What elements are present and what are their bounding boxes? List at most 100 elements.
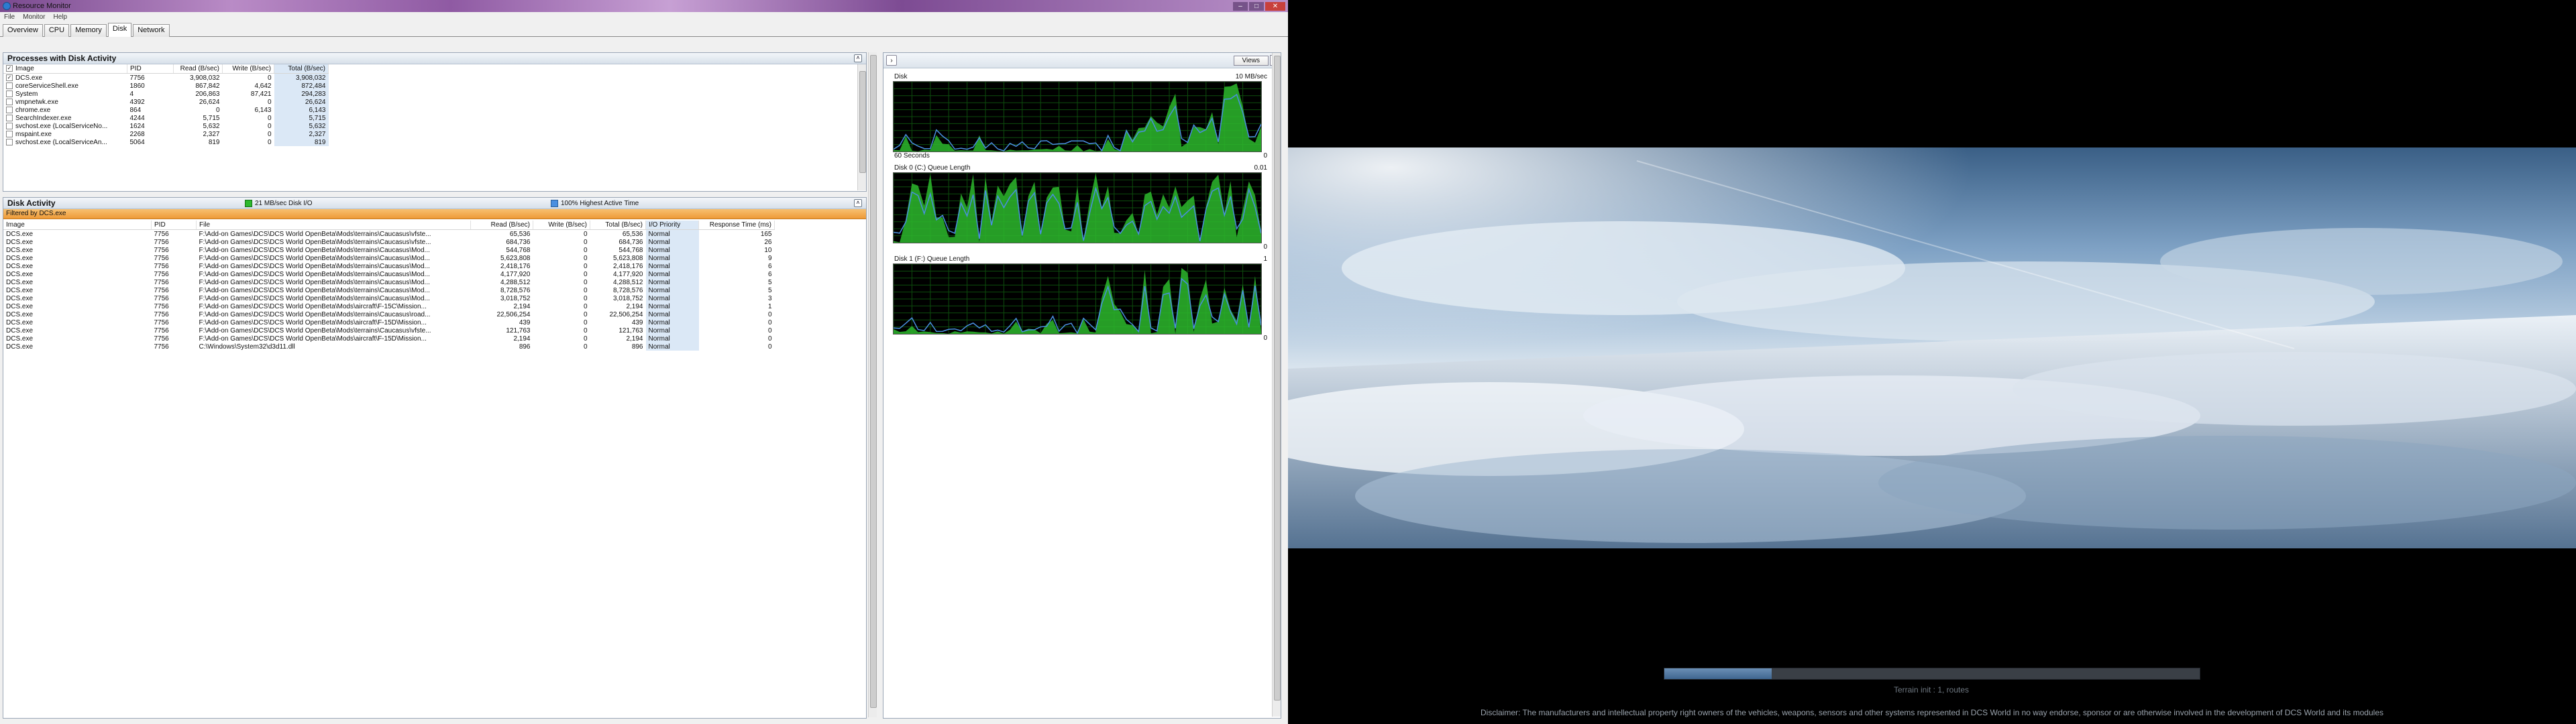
process-image-cell[interactable]: mspaint.exe xyxy=(3,130,127,138)
process-image-cell[interactable]: SearchIndexer.exe xyxy=(3,114,127,122)
tab-disk[interactable]: Disk xyxy=(107,23,132,37)
minimize-button[interactable]: – xyxy=(1233,1,1248,11)
table-row[interactable]: DCS.exe 7756 F:\Add-on Games\DCS\DCS World… xyxy=(3,294,775,302)
row-checkbox[interactable] xyxy=(6,130,13,137)
process-read-cell: 3,908,032 xyxy=(190,74,220,82)
collapse-icon[interactable]: ˄ xyxy=(854,199,862,207)
row-checkbox[interactable] xyxy=(6,90,13,97)
col-total[interactable]: Total (B/sec) xyxy=(590,221,646,230)
table-row[interactable]: DCS.exe 7756 F:\Add-on Games\DCS\DCS World… xyxy=(3,229,775,238)
col-read[interactable]: Read (B/sec) xyxy=(173,64,223,74)
row-checkbox[interactable] xyxy=(6,98,13,105)
disk1-graph-label: Disk 1 (F:) Queue Length xyxy=(894,255,970,263)
table-row[interactable]: DCS.exe 7756 F:\Add-on Games\DCS\DCS World… xyxy=(3,270,775,278)
col-pid[interactable]: PID xyxy=(151,221,197,230)
views-button[interactable]: Views xyxy=(1233,55,1269,66)
disk-write-cell: 0 xyxy=(583,246,588,254)
col-response-time[interactable]: Response Time (ms) xyxy=(698,221,775,230)
disk-pid-cell: 7756 xyxy=(154,230,169,238)
menu-bar: File Monitor Help xyxy=(0,12,1288,21)
tab-network[interactable]: Network xyxy=(133,24,170,37)
disk-read-cell: 22,506,254 xyxy=(496,310,531,318)
table-row[interactable]: mspaint.exe 2268 2,327 0 2,327 xyxy=(3,130,329,138)
col-total[interactable]: Total (B/sec) xyxy=(274,64,329,74)
disk-graph-max: 10 MB/sec xyxy=(1235,73,1267,80)
table-row[interactable]: svchost.exe (LocalServiceAn... 5064 819 0 81… xyxy=(3,138,329,146)
table-row[interactable]: DCS.exe 7756 F:\Add-on Games\DCS\DCS World… xyxy=(3,302,775,310)
title-bar: Resource Monitor – □ ✕ xyxy=(0,0,1288,12)
process-image-cell[interactable]: vmpnetwk.exe xyxy=(3,98,127,106)
process-image-cell[interactable]: chrome.exe xyxy=(3,106,127,114)
disk-resp-cell: 1 xyxy=(767,302,772,310)
table-row[interactable]: DCS.exe 7756 F:\Add-on Games\DCS\DCS World… xyxy=(3,246,775,254)
process-image-cell[interactable]: System xyxy=(3,90,127,98)
filter-banner[interactable]: Filtered by DCS.exe xyxy=(3,209,866,219)
disk-priority-cell: Normal xyxy=(645,302,699,310)
table-row[interactable]: DCS.exe 7756 F:\Add-on Games\DCS\DCS World… xyxy=(3,254,775,262)
maximize-button[interactable]: □ xyxy=(1249,1,1264,11)
table-row[interactable]: DCS.exe 7756 F:\Add-on Games\DCS\DCS World… xyxy=(3,278,775,286)
col-read[interactable]: Read (B/sec) xyxy=(470,221,533,230)
process-write-cell: 0 xyxy=(267,130,272,138)
disk-read-cell: 2,418,176 xyxy=(500,262,531,270)
process-write-cell: 0 xyxy=(267,74,272,82)
graph-scrollbar[interactable] xyxy=(1272,53,1281,717)
table-row[interactable]: SearchIndexer.exe 4244 5,715 0 5,715 xyxy=(3,114,329,122)
row-checkbox[interactable] xyxy=(6,122,13,129)
col-write[interactable]: Write (B/sec) xyxy=(222,64,274,74)
process-image-cell[interactable]: svchost.exe (LocalServiceNo... xyxy=(3,122,127,130)
processes-scrollbar[interactable] xyxy=(857,64,866,190)
table-row[interactable]: DCS.exe 7756 C:\Windows\System32\d3d11.dll… xyxy=(3,343,775,351)
table-row[interactable]: vmpnetwk.exe 4392 26,624 0 26,624 xyxy=(3,98,329,106)
col-io-priority[interactable]: I/O Priority xyxy=(645,221,699,230)
process-image-cell[interactable]: ✓ DCS.exe xyxy=(3,74,127,82)
col-image[interactable]: ✓ Image xyxy=(3,64,127,74)
col-write[interactable]: Write (B/sec) xyxy=(533,221,590,230)
row-checkbox[interactable] xyxy=(6,138,13,145)
table-row[interactable]: svchost.exe (LocalServiceNo... 1624 5,632 0… xyxy=(3,122,329,130)
disk-activity-table: Image PID File Read (B/sec) Write (B/sec… xyxy=(3,221,775,351)
tab-cpu[interactable]: CPU xyxy=(44,24,70,37)
menu-file[interactable]: File xyxy=(4,13,15,21)
disk-pid-cell: 7756 xyxy=(154,286,169,294)
table-row[interactable]: DCS.exe 7756 F:\Add-on Games\DCS\DCS World… xyxy=(3,286,775,294)
table-row[interactable]: DCS.exe 7756 F:\Add-on Games\DCS\DCS World… xyxy=(3,335,775,343)
tab-overview[interactable]: Overview xyxy=(3,24,43,37)
disk-activity-header[interactable]: Disk Activity 21 MB/sec Disk I/O 100% Hi… xyxy=(3,198,866,209)
collapse-icon[interactable]: ˄ xyxy=(854,54,862,62)
disk-file-cell: F:\Add-on Games\DCS\DCS World OpenBeta\M… xyxy=(199,302,427,310)
disk-activity-title: Disk Activity xyxy=(7,198,56,208)
close-button[interactable]: ✕ xyxy=(1265,1,1285,11)
process-image-cell[interactable]: coreServiceShell.exe xyxy=(3,82,127,90)
table-row[interactable]: System 4 206,863 87,421 294,283 xyxy=(3,90,329,98)
processes-header[interactable]: Processes with Disk Activity ˄ xyxy=(3,53,866,64)
col-file[interactable]: File xyxy=(196,221,471,230)
disk-file-cell: F:\Add-on Games\DCS\DCS World OpenBeta\M… xyxy=(199,246,430,254)
row-checkbox[interactable] xyxy=(6,106,13,113)
process-image-cell[interactable]: svchost.exe (LocalServiceAn... xyxy=(3,138,127,146)
disk-write-cell: 0 xyxy=(583,230,588,238)
select-all-checkbox[interactable]: ✓ xyxy=(6,65,13,72)
expand-arrow-icon[interactable]: › xyxy=(886,55,897,66)
table-row[interactable]: DCS.exe 7756 F:\Add-on Games\DCS\DCS World… xyxy=(3,310,775,318)
disk-pid-cell: 7756 xyxy=(154,302,169,310)
col-image[interactable]: Image xyxy=(3,221,152,230)
col-pid[interactable]: PID xyxy=(127,64,174,74)
main-scrollbar[interactable] xyxy=(868,52,877,717)
table-row[interactable]: chrome.exe 864 0 6,143 6,143 xyxy=(3,106,329,114)
menu-help[interactable]: Help xyxy=(53,13,67,21)
table-row[interactable]: coreServiceShell.exe 1860 867,842 4,642 872,… xyxy=(3,82,329,90)
tab-memory[interactable]: Memory xyxy=(70,24,107,37)
table-row[interactable]: ✓ DCS.exe 7756 3,908,032 0 3,908,032 xyxy=(3,73,329,82)
table-row[interactable]: DCS.exe 7756 F:\Add-on Games\DCS\DCS World… xyxy=(3,318,775,326)
disk-read-cell: 5,623,808 xyxy=(500,254,531,262)
row-checkbox[interactable]: ✓ xyxy=(6,74,13,81)
menu-monitor[interactable]: Monitor xyxy=(23,13,45,21)
row-checkbox[interactable] xyxy=(6,114,13,121)
disk-write-cell: 0 xyxy=(583,326,588,335)
table-row[interactable]: DCS.exe 7756 F:\Add-on Games\DCS\DCS World… xyxy=(3,262,775,270)
row-checkbox[interactable] xyxy=(6,82,13,89)
table-row[interactable]: DCS.exe 7756 F:\Add-on Games\DCS\DCS World… xyxy=(3,238,775,246)
table-row[interactable]: DCS.exe 7756 F:\Add-on Games\DCS\DCS World… xyxy=(3,326,775,335)
disk-pid-cell: 7756 xyxy=(154,254,169,262)
